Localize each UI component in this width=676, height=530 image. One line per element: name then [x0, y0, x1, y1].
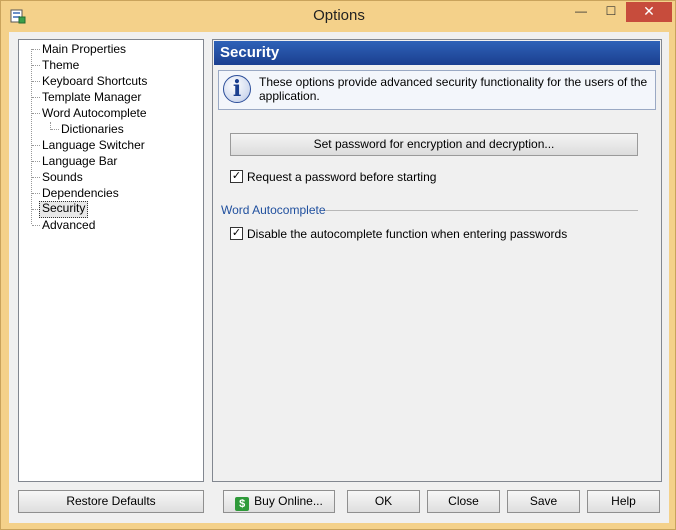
- buy-online-label: Buy Online...: [254, 494, 323, 508]
- tree-item-dependencies[interactable]: Dependencies: [40, 186, 121, 201]
- title-bar[interactable]: Options — ☐ ✕: [1, 1, 676, 31]
- tree-connector: [32, 81, 40, 82]
- tree-connector: [31, 49, 32, 224]
- minimize-button[interactable]: —: [567, 2, 595, 22]
- info-box: i These options provide advanced securit…: [218, 70, 656, 110]
- tree-item-advanced[interactable]: Advanced: [40, 218, 97, 233]
- options-window: Options — ☐ ✕ Main Properties Theme Keyb…: [0, 0, 676, 530]
- tree-connector: [32, 145, 40, 146]
- request-password-checkbox[interactable]: ✓: [230, 170, 243, 183]
- tree-connector: [32, 113, 40, 114]
- restore-defaults-button[interactable]: Restore Defaults: [18, 490, 204, 513]
- tree-connector: [32, 97, 40, 98]
- close-button[interactable]: Close: [427, 490, 500, 513]
- tree-connector: [50, 122, 51, 130]
- ok-button[interactable]: OK: [347, 490, 420, 513]
- help-button[interactable]: Help: [587, 490, 660, 513]
- tree-connector: [32, 177, 40, 178]
- tree-item-word-autocomplete[interactable]: Word Autocomplete: [40, 106, 149, 121]
- disable-autocomplete-checkbox[interactable]: ✓: [230, 227, 243, 240]
- word-autocomplete-group-label: Word Autocomplete: [221, 203, 326, 217]
- security-panel: Security i These options provide advance…: [212, 39, 662, 482]
- buy-online-button[interactable]: $ Buy Online...: [223, 490, 335, 513]
- tree-item-main-properties[interactable]: Main Properties: [40, 42, 128, 57]
- set-password-button[interactable]: Set password for encryption and decrypti…: [230, 133, 638, 156]
- disable-autocomplete-label[interactable]: Disable the autocomplete function when e…: [247, 226, 567, 242]
- tree-item-theme[interactable]: Theme: [40, 58, 81, 73]
- group-divider: [325, 210, 638, 211]
- tree-connector: [32, 65, 40, 66]
- tree-connector: [51, 129, 59, 130]
- info-icon: i: [223, 75, 251, 103]
- tree-connector: [32, 49, 40, 50]
- save-button[interactable]: Save: [507, 490, 580, 513]
- tree-item-template-manager[interactable]: Template Manager: [40, 90, 143, 105]
- info-text: These options provide advanced security …: [259, 75, 648, 103]
- dollar-icon: $: [235, 497, 250, 511]
- dialog-client: Main Properties Theme Keyboard Shortcuts…: [9, 32, 669, 523]
- tree-item-sounds[interactable]: Sounds: [40, 170, 85, 185]
- maximize-button[interactable]: ☐: [597, 2, 625, 22]
- tree-connector: [32, 193, 40, 194]
- tree-item-keyboard-shortcuts[interactable]: Keyboard Shortcuts: [40, 74, 149, 89]
- tree-connector: [32, 161, 40, 162]
- tree-connector: [32, 225, 40, 226]
- panel-title: Security: [214, 41, 660, 65]
- close-window-button[interactable]: ✕: [626, 2, 672, 22]
- tree-item-dictionaries[interactable]: Dictionaries: [59, 122, 126, 137]
- options-tree[interactable]: Main Properties Theme Keyboard Shortcuts…: [18, 39, 204, 482]
- tree-item-language-switcher[interactable]: Language Switcher: [40, 138, 147, 153]
- tree-item-language-bar[interactable]: Language Bar: [40, 154, 119, 169]
- request-password-label[interactable]: Request a password before starting: [247, 169, 436, 185]
- tree-item-security[interactable]: Security: [39, 201, 89, 218]
